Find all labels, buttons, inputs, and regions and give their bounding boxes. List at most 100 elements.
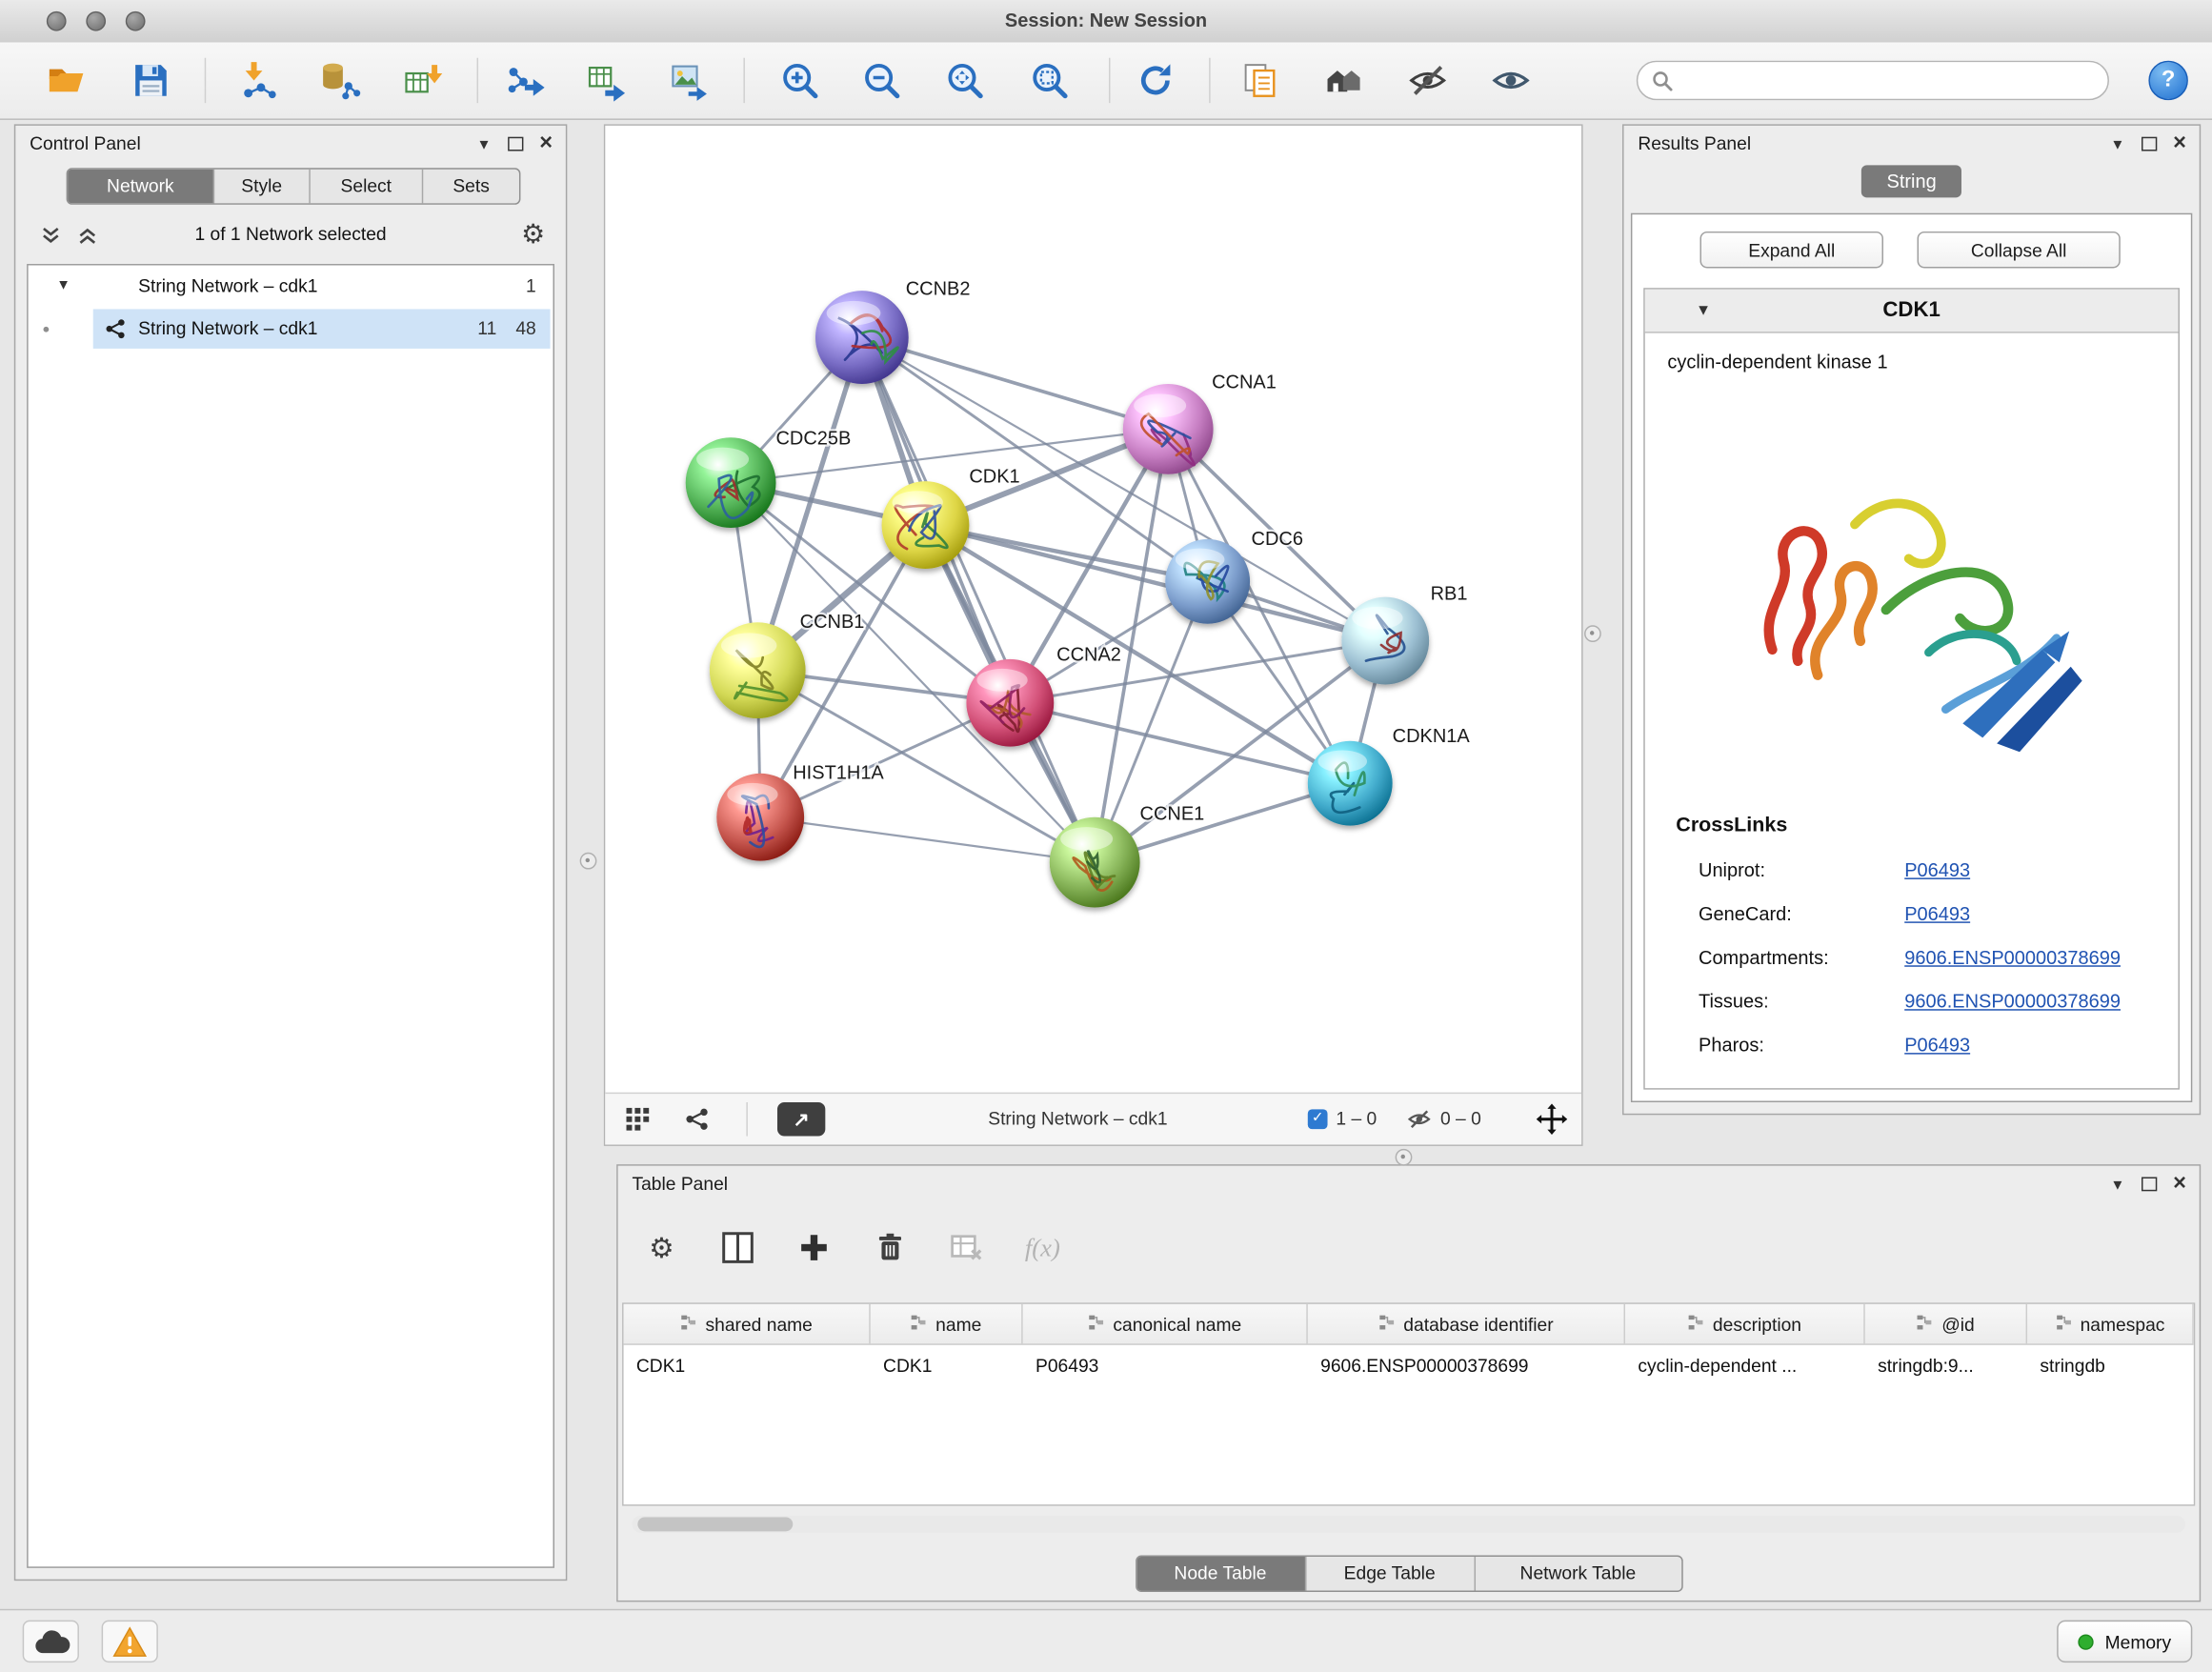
tree-expander-icon[interactable]: ▼ xyxy=(56,278,70,293)
zoom-selected-button[interactable] xyxy=(1018,52,1080,109)
protein-section-header[interactable]: ▼ CDK1 xyxy=(1645,290,2179,333)
column-header-label: name xyxy=(935,1313,981,1334)
panel-close-icon[interactable]: × xyxy=(537,131,554,157)
hidden-eye-icon[interactable] xyxy=(1406,1106,1432,1132)
network-node-cdk1[interactable]: CDK1 xyxy=(882,467,1020,569)
sphere-gloss xyxy=(696,448,749,472)
export-image-button[interactable] xyxy=(659,52,721,109)
import-table-button[interactable] xyxy=(392,52,454,109)
network-edge[interactable] xyxy=(925,525,1385,640)
apply-layout-button[interactable] xyxy=(1124,52,1186,109)
collapse-all-button[interactable]: Collapse All xyxy=(1918,232,2121,269)
export-table-button[interactable] xyxy=(575,52,637,109)
network-edge[interactable] xyxy=(760,817,1095,862)
add-column-icon[interactable] xyxy=(716,1226,758,1268)
add-row-icon[interactable] xyxy=(793,1226,835,1268)
panel-float-icon[interactable] xyxy=(2141,1172,2158,1198)
save-session-button[interactable] xyxy=(120,52,182,109)
table-row[interactable]: CDK1CDK1P064939606.ENSP00000378699cyclin… xyxy=(624,1345,2194,1384)
open-view-button[interactable]: ↗ xyxy=(777,1101,825,1136)
panel-menu-icon[interactable]: ▾ xyxy=(475,131,493,157)
crosslink-value-link[interactable]: P06493 xyxy=(1904,903,1970,924)
tab-node-table[interactable]: Node Table xyxy=(1136,1557,1306,1591)
collapse-all-networks-icon[interactable] xyxy=(35,220,67,252)
crosslink-value-link[interactable]: 9606.ENSP00000378699 xyxy=(1904,991,2121,1012)
table-cell[interactable]: CDK1 xyxy=(871,1354,1023,1375)
table-cell[interactable]: stringdb xyxy=(2027,1354,2194,1375)
table-horizontal-scrollbar[interactable] xyxy=(632,1516,2184,1533)
tab-network[interactable]: Network xyxy=(68,170,214,204)
table-cell[interactable]: cyclin-dependent ... xyxy=(1625,1354,1865,1375)
crosslink-value-link[interactable]: P06493 xyxy=(1904,1035,1970,1056)
network-node-ccnb1[interactable]: CCNB1 xyxy=(710,612,865,718)
gear-icon[interactable]: ⚙ xyxy=(640,1226,682,1268)
hide-graphics-button[interactable] xyxy=(1397,52,1458,109)
table-tab-bar: Node Table Edge Table Network Table xyxy=(618,1556,2200,1593)
column-header-name[interactable]: name xyxy=(871,1304,1023,1343)
column-header-shared-name[interactable]: shared name xyxy=(624,1304,871,1343)
network-node-ccnb2[interactable]: CCNB2 xyxy=(815,279,971,384)
panel-float-icon[interactable] xyxy=(2141,131,2158,157)
tab-string[interactable]: String xyxy=(1861,165,1962,197)
scrollbar-thumb[interactable] xyxy=(637,1518,793,1532)
zoom-out-button[interactable] xyxy=(851,52,913,109)
crosslink-value-link[interactable]: 9606.ENSP00000378699 xyxy=(1904,947,2121,968)
panel-menu-icon[interactable]: ▾ xyxy=(2109,1172,2126,1198)
network-edge[interactable] xyxy=(1010,703,1350,783)
column-header-database-identifier[interactable]: database identifier xyxy=(1308,1304,1625,1343)
network-node-ccna1[interactable]: CCNA1 xyxy=(1123,372,1277,473)
expand-all-button[interactable]: Expand All xyxy=(1699,232,1883,269)
pan-move-icon[interactable] xyxy=(1537,1103,1568,1135)
panel-close-icon[interactable]: × xyxy=(2171,1172,2188,1198)
splitter-handle[interactable] xyxy=(580,853,597,870)
birdseye-grid-icon[interactable] xyxy=(625,1106,651,1132)
home-neighbors-button[interactable] xyxy=(1314,52,1376,109)
splitter-handle[interactable] xyxy=(1584,625,1601,642)
tab-network-table[interactable]: Network Table xyxy=(1475,1557,1680,1591)
zoom-in-button[interactable] xyxy=(769,52,831,109)
export-network-button[interactable] xyxy=(493,52,555,109)
network-share-icon[interactable] xyxy=(684,1106,710,1132)
network-node-cdc6[interactable]: CDC6 xyxy=(1165,529,1303,624)
network-node-cdkn1a[interactable]: CDKN1A xyxy=(1308,726,1471,825)
panel-menu-icon[interactable]: ▾ xyxy=(2109,131,2126,157)
cloud-button[interactable] xyxy=(23,1621,79,1662)
tab-sets[interactable]: Sets xyxy=(423,170,519,204)
search-input[interactable] xyxy=(1683,69,2094,92)
table-cell[interactable]: CDK1 xyxy=(624,1354,871,1375)
network-collection-row[interactable]: ▼ String Network – cdk1 1 xyxy=(29,266,553,308)
column-header-description[interactable]: description xyxy=(1625,1304,1865,1343)
crosslink-value-link[interactable]: P06493 xyxy=(1904,859,1970,880)
tab-style[interactable]: Style xyxy=(214,170,311,204)
column-header--id[interactable]: @id xyxy=(1865,1304,2027,1343)
memory-button[interactable]: Memory xyxy=(2057,1621,2192,1662)
column-header-label: @id xyxy=(1941,1313,1975,1334)
selected-checkbox-icon[interactable]: ✓ xyxy=(1308,1109,1328,1129)
splitter-handle[interactable] xyxy=(1396,1149,1413,1166)
column-header-namespac[interactable]: namespac xyxy=(2027,1304,2194,1343)
delete-row-icon[interactable] xyxy=(869,1226,911,1268)
show-graphics-button[interactable] xyxy=(1479,52,1541,109)
network-edge[interactable] xyxy=(862,337,1168,429)
network-edge[interactable] xyxy=(862,337,1095,862)
open-session-button[interactable] xyxy=(35,52,97,109)
network-row-selected[interactable]: ● String Network – cdk1 11 48 xyxy=(29,308,553,350)
table-cell[interactable]: P06493 xyxy=(1023,1354,1308,1375)
import-network-database-button[interactable] xyxy=(309,52,371,109)
tab-edge-table[interactable]: Edge Table xyxy=(1306,1557,1476,1591)
network-node-rb1[interactable]: RB1 xyxy=(1341,584,1467,685)
gear-icon[interactable]: ⚙ xyxy=(515,216,553,253)
column-header-canonical-name[interactable]: canonical name xyxy=(1023,1304,1308,1343)
tab-select[interactable]: Select xyxy=(311,170,423,204)
table-cell[interactable]: 9606.ENSP00000378699 xyxy=(1308,1354,1625,1375)
warning-button[interactable] xyxy=(102,1621,158,1662)
network-canvas[interactable]: CCNB2CCNA1CDC25BCDK1CDC6RB1CCNB1CCNA2CDK… xyxy=(605,126,1581,1094)
duplicate-document-button[interactable] xyxy=(1229,52,1291,109)
import-network-file-button[interactable] xyxy=(227,52,289,109)
help-button[interactable]: ? xyxy=(2148,61,2187,100)
panel-float-icon[interactable] xyxy=(507,131,524,157)
network-node-hist1h1a[interactable]: HIST1H1A xyxy=(716,763,884,861)
panel-close-icon[interactable]: × xyxy=(2171,131,2188,157)
table-cell[interactable]: stringdb:9... xyxy=(1865,1354,2027,1375)
zoom-fit-button[interactable] xyxy=(934,52,995,109)
